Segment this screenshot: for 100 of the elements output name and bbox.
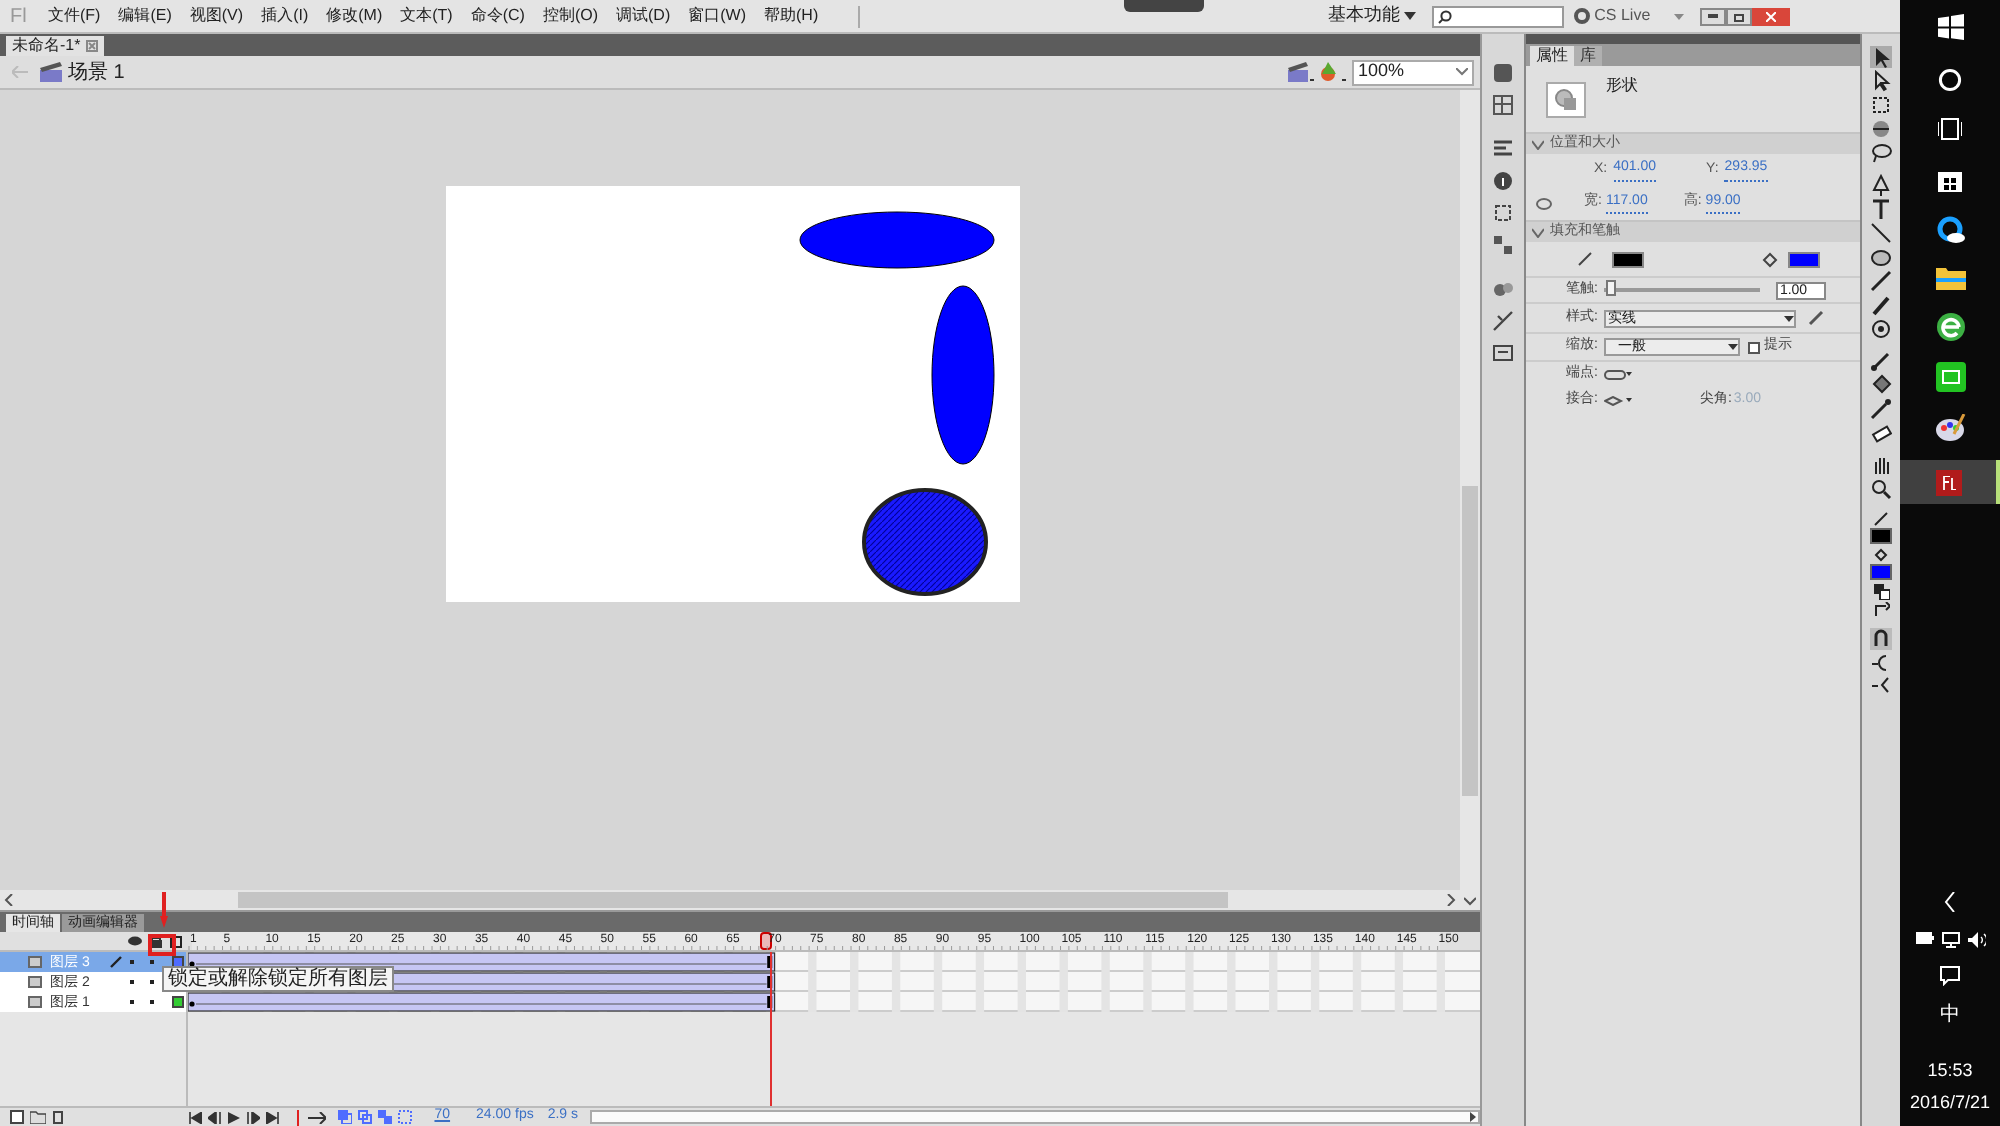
scrollbar-thumb[interactable] xyxy=(238,892,1228,908)
code-snippets-icon[interactable] xyxy=(1492,310,1514,332)
clock-time[interactable]: 15:53 xyxy=(1927,1058,1973,1085)
align-icon[interactable] xyxy=(1492,138,1514,160)
motion-presets-icon[interactable] xyxy=(1492,278,1514,300)
menu-item[interactable]: 帮助(H) xyxy=(764,4,819,28)
store-icon[interactable] xyxy=(1938,166,1962,192)
eyedropper-icon[interactable] xyxy=(1870,398,1892,420)
palette-grid-icon[interactable] xyxy=(1492,62,1514,84)
folder-icon[interactable] xyxy=(1935,266,1965,290)
horizontal-scrollbar[interactable] xyxy=(0,890,1460,910)
trash-icon[interactable] xyxy=(52,1110,64,1124)
stroke-color-swatch[interactable] xyxy=(1870,528,1892,544)
edit-scene-icon[interactable] xyxy=(1288,62,1314,82)
transform-icon[interactable] xyxy=(1492,202,1514,224)
windows-logo-icon[interactable] xyxy=(1937,14,1963,40)
chevron-left-icon[interactable] xyxy=(1944,892,1956,912)
selection-arrow-icon[interactable] xyxy=(1870,46,1892,68)
slider-thumb[interactable] xyxy=(1606,280,1617,296)
zoom-dropdown[interactable]: 100% xyxy=(1352,59,1474,85)
scrollbar-thumb[interactable] xyxy=(1462,486,1478,796)
new-layer-icon[interactable] xyxy=(10,1110,24,1124)
menu-item[interactable]: 文本(T) xyxy=(400,4,453,28)
pen-icon[interactable] xyxy=(1870,174,1892,196)
menu-item[interactable]: 视图(V) xyxy=(189,4,244,28)
timeline-scrollbar[interactable] xyxy=(590,1110,1480,1124)
loop-icon[interactable] xyxy=(308,1111,327,1123)
outline-square-icon[interactable] xyxy=(170,935,182,947)
center-frame-icon[interactable] xyxy=(294,1109,303,1125)
cs-live-label[interactable]: CS Live xyxy=(1594,4,1651,28)
edit-multiple-frames-icon[interactable] xyxy=(378,1110,393,1124)
battery-icon[interactable] xyxy=(1915,932,1933,944)
swatches-icon[interactable] xyxy=(1492,94,1514,116)
line-icon[interactable] xyxy=(1870,222,1892,244)
onion-markers-icon[interactable] xyxy=(398,1110,413,1124)
3d-rotation-icon[interactable] xyxy=(1870,118,1892,140)
palette-icon[interactable] xyxy=(1935,414,1965,442)
menu-item[interactable]: 命令(C) xyxy=(470,4,525,28)
notification-icon[interactable] xyxy=(1940,966,1960,986)
menu-item[interactable]: 插入(I) xyxy=(261,4,309,28)
paint-bucket-icon[interactable] xyxy=(1870,374,1892,396)
fill-color-swatch[interactable] xyxy=(1870,564,1892,580)
pencil-icon[interactable] xyxy=(1807,310,1824,326)
search-field[interactable] xyxy=(1432,5,1565,27)
menu-item[interactable]: 修改(M) xyxy=(326,4,383,28)
search-circle-icon[interactable] xyxy=(1938,68,1962,92)
onion-skin-outline-icon[interactable] xyxy=(358,1110,373,1124)
smooth-icon[interactable] xyxy=(1870,654,1892,672)
free-transform-icon[interactable] xyxy=(1870,94,1892,116)
link-icon[interactable] xyxy=(1536,197,1552,209)
deco-icon[interactable] xyxy=(1870,318,1892,340)
menu-item[interactable]: 编辑(E) xyxy=(118,4,172,28)
movie-explorer-icon[interactable] xyxy=(1492,342,1514,364)
join-style-icon[interactable] xyxy=(1603,396,1632,406)
pencil-icon[interactable] xyxy=(1870,270,1892,292)
taskbar-active-app[interactable] xyxy=(1900,460,2000,504)
go-to-last-frame-icon[interactable] xyxy=(266,1111,281,1123)
vertical-scrollbar[interactable] xyxy=(1460,90,1480,910)
bone-icon[interactable] xyxy=(1870,350,1892,372)
network-icon[interactable] xyxy=(1941,932,1959,948)
clock-date[interactable]: 2016/7/21 xyxy=(1909,1089,1991,1116)
panel-tab[interactable]: 库 xyxy=(1574,46,1602,66)
outline-color-box[interactable] xyxy=(172,996,184,1008)
playhead-handle[interactable] xyxy=(759,932,772,950)
oval-icon[interactable] xyxy=(1870,246,1892,268)
lock-icon[interactable] xyxy=(148,935,164,947)
menu-item[interactable]: 控制(O) xyxy=(542,4,599,28)
minimize-button[interactable] xyxy=(1700,7,1727,25)
workspace-switcher[interactable]: 基本功能 xyxy=(1328,2,1401,30)
folder-icon[interactable] xyxy=(30,1110,46,1124)
menu-item[interactable]: 文件(F) xyxy=(48,4,101,28)
cap-style-icon[interactable] xyxy=(1603,370,1632,380)
step-back-icon[interactable] xyxy=(208,1111,223,1123)
panel-tab[interactable]: 属性 xyxy=(1530,46,1574,66)
onion-skin-icon[interactable] xyxy=(338,1110,353,1124)
hand-icon[interactable] xyxy=(1870,454,1892,476)
eraser-icon[interactable] xyxy=(1870,422,1892,444)
go-to-first-frame-icon[interactable] xyxy=(188,1111,203,1123)
task-view-icon[interactable] xyxy=(1938,118,1962,140)
hint-checkbox[interactable] xyxy=(1747,341,1760,353)
lasso-icon[interactable] xyxy=(1870,142,1892,164)
text-tool-icon[interactable] xyxy=(1870,198,1892,220)
info-icon[interactable] xyxy=(1492,170,1514,192)
snap-magnet-icon[interactable] xyxy=(1870,628,1892,650)
brush-icon[interactable] xyxy=(1870,294,1892,316)
close-button[interactable] xyxy=(1752,7,1791,25)
straighten-icon[interactable] xyxy=(1870,676,1892,694)
play-icon[interactable] xyxy=(228,1111,241,1123)
components-icon[interactable] xyxy=(1492,234,1514,256)
step-forward-icon[interactable] xyxy=(246,1111,261,1123)
edit-symbol-icon[interactable] xyxy=(1320,62,1346,82)
eye-icon[interactable] xyxy=(128,936,142,946)
magnifier-icon[interactable] xyxy=(1870,478,1892,500)
menu-item[interactable]: 窗口(W) xyxy=(688,4,747,28)
speaker-icon[interactable] xyxy=(1967,932,1985,948)
video-app-icon[interactable] xyxy=(1935,362,1965,392)
fill-color-swatch[interactable] xyxy=(1788,251,1820,267)
subselection-arrow-icon[interactable] xyxy=(1870,70,1892,92)
browser-e-icon[interactable] xyxy=(1935,312,1965,342)
restore-button[interactable] xyxy=(1726,7,1753,25)
